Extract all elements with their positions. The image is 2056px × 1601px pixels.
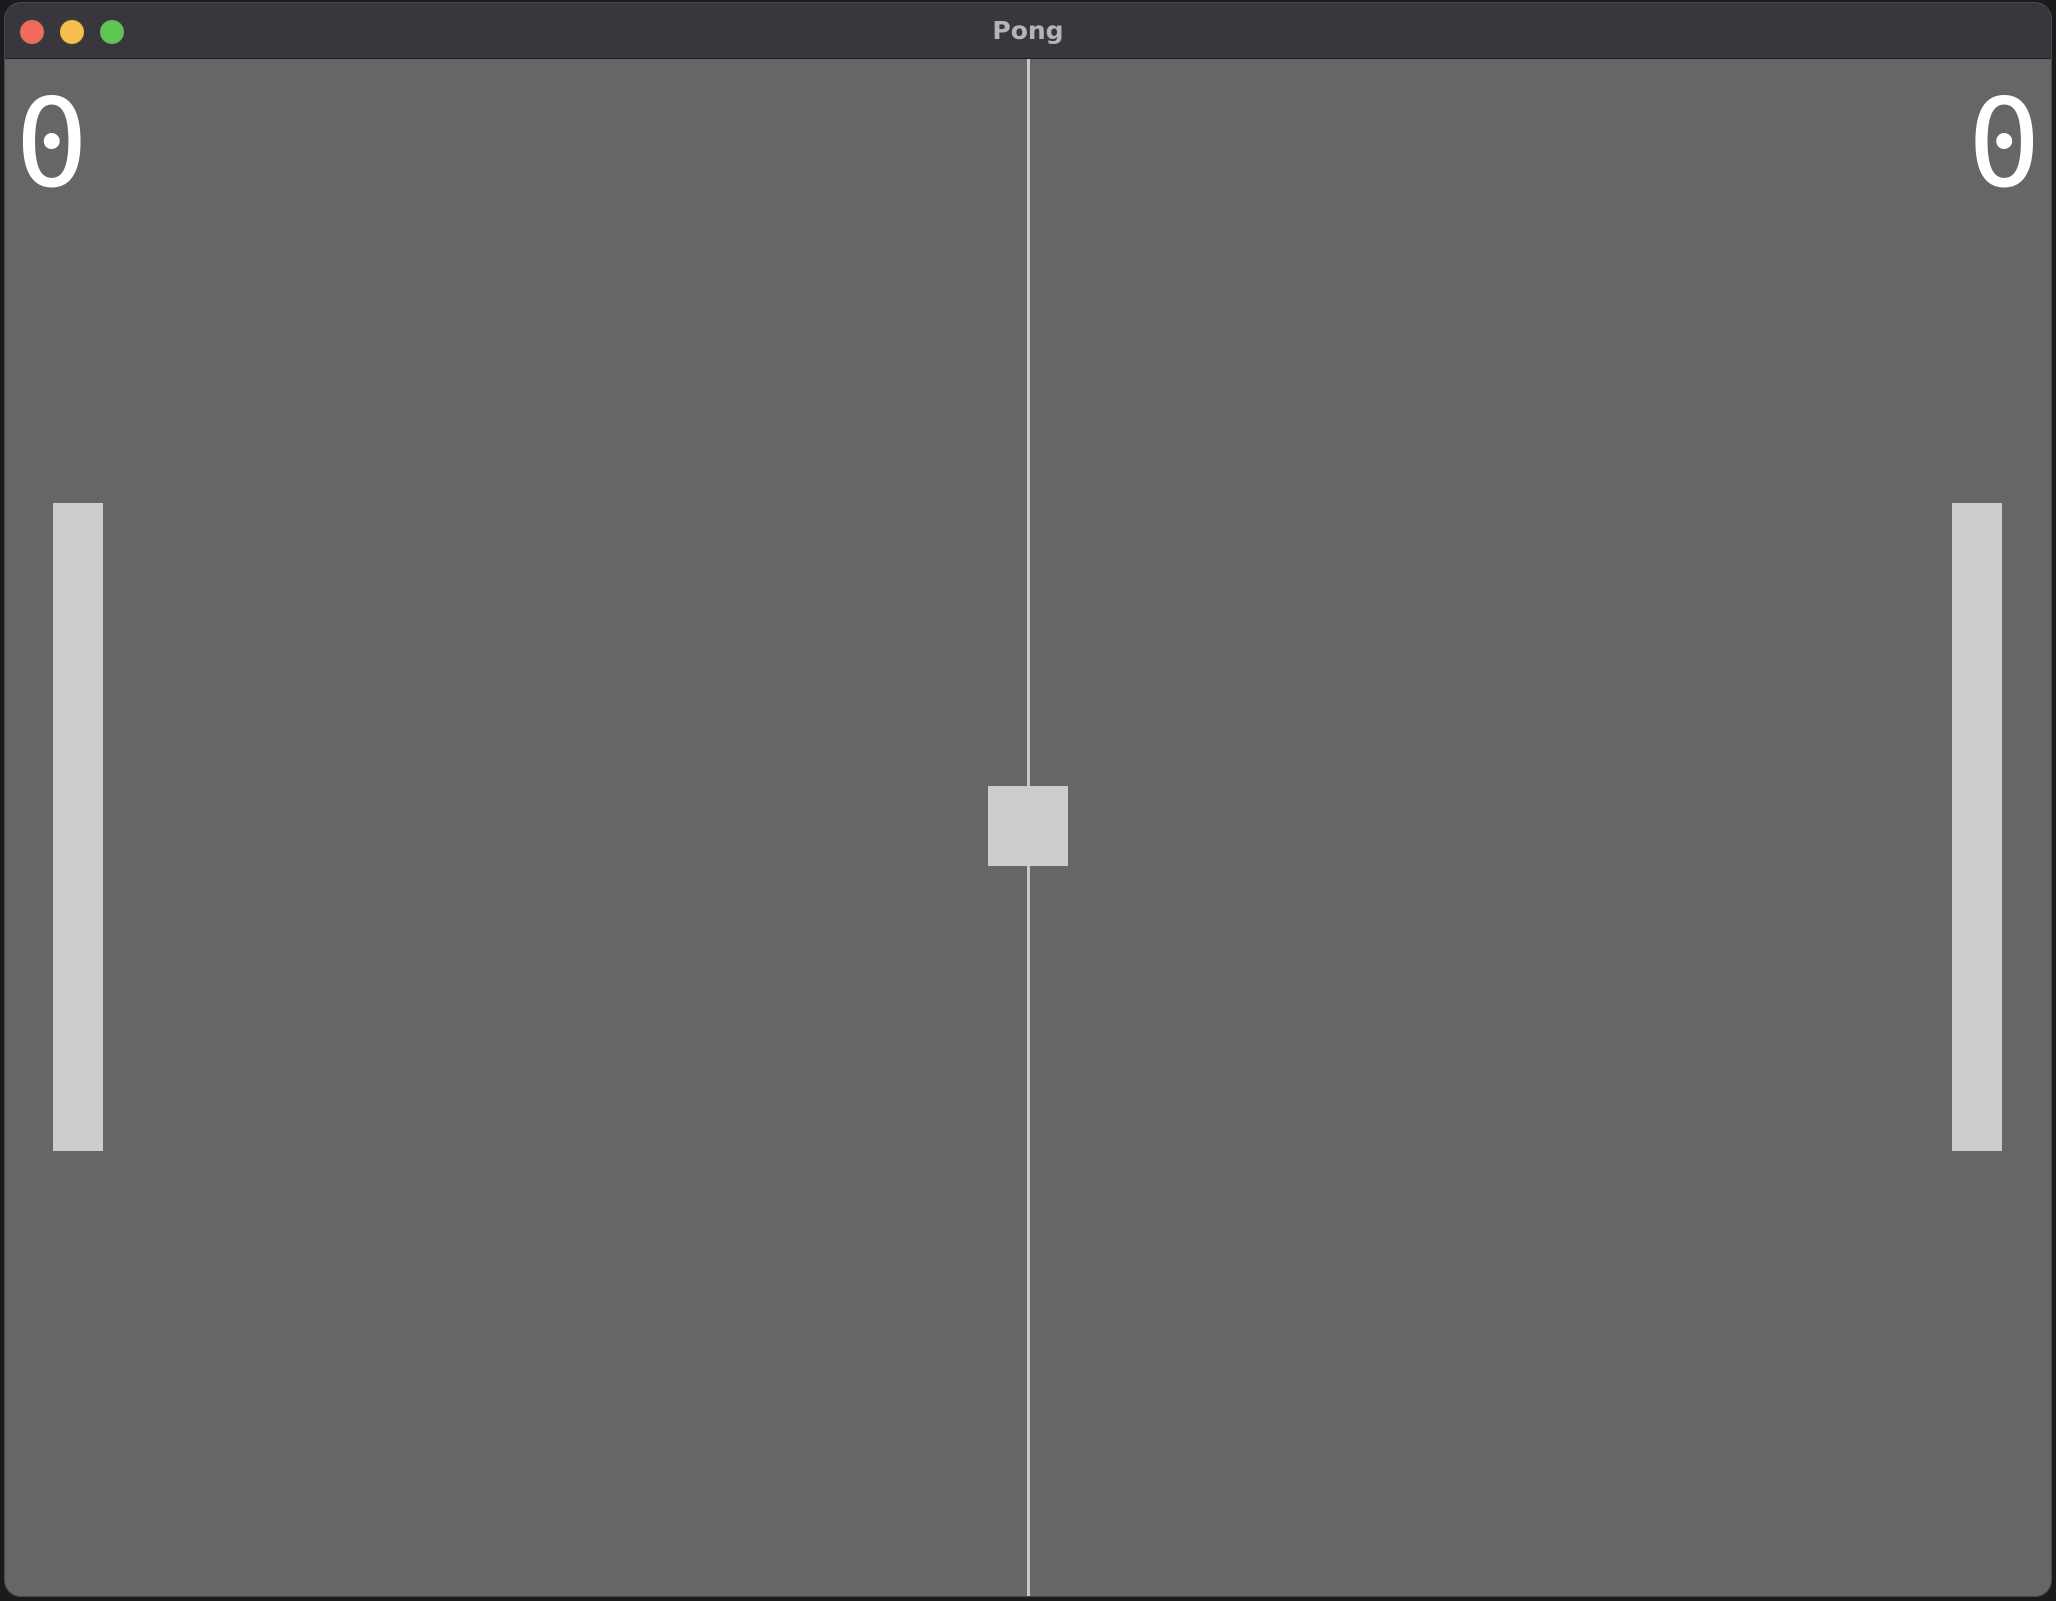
game-window: Pong 0 0	[5, 3, 2051, 1596]
window-title: Pong	[992, 16, 1064, 45]
right-paddle	[1952, 503, 2002, 1151]
left-paddle	[53, 503, 103, 1151]
right-player-score: 0	[1967, 73, 2041, 215]
ball	[988, 786, 1068, 866]
pong-court[interactable]: 0 0	[5, 59, 2051, 1596]
title-bar[interactable]: Pong	[5, 3, 2051, 59]
left-player-score: 0	[15, 73, 89, 215]
